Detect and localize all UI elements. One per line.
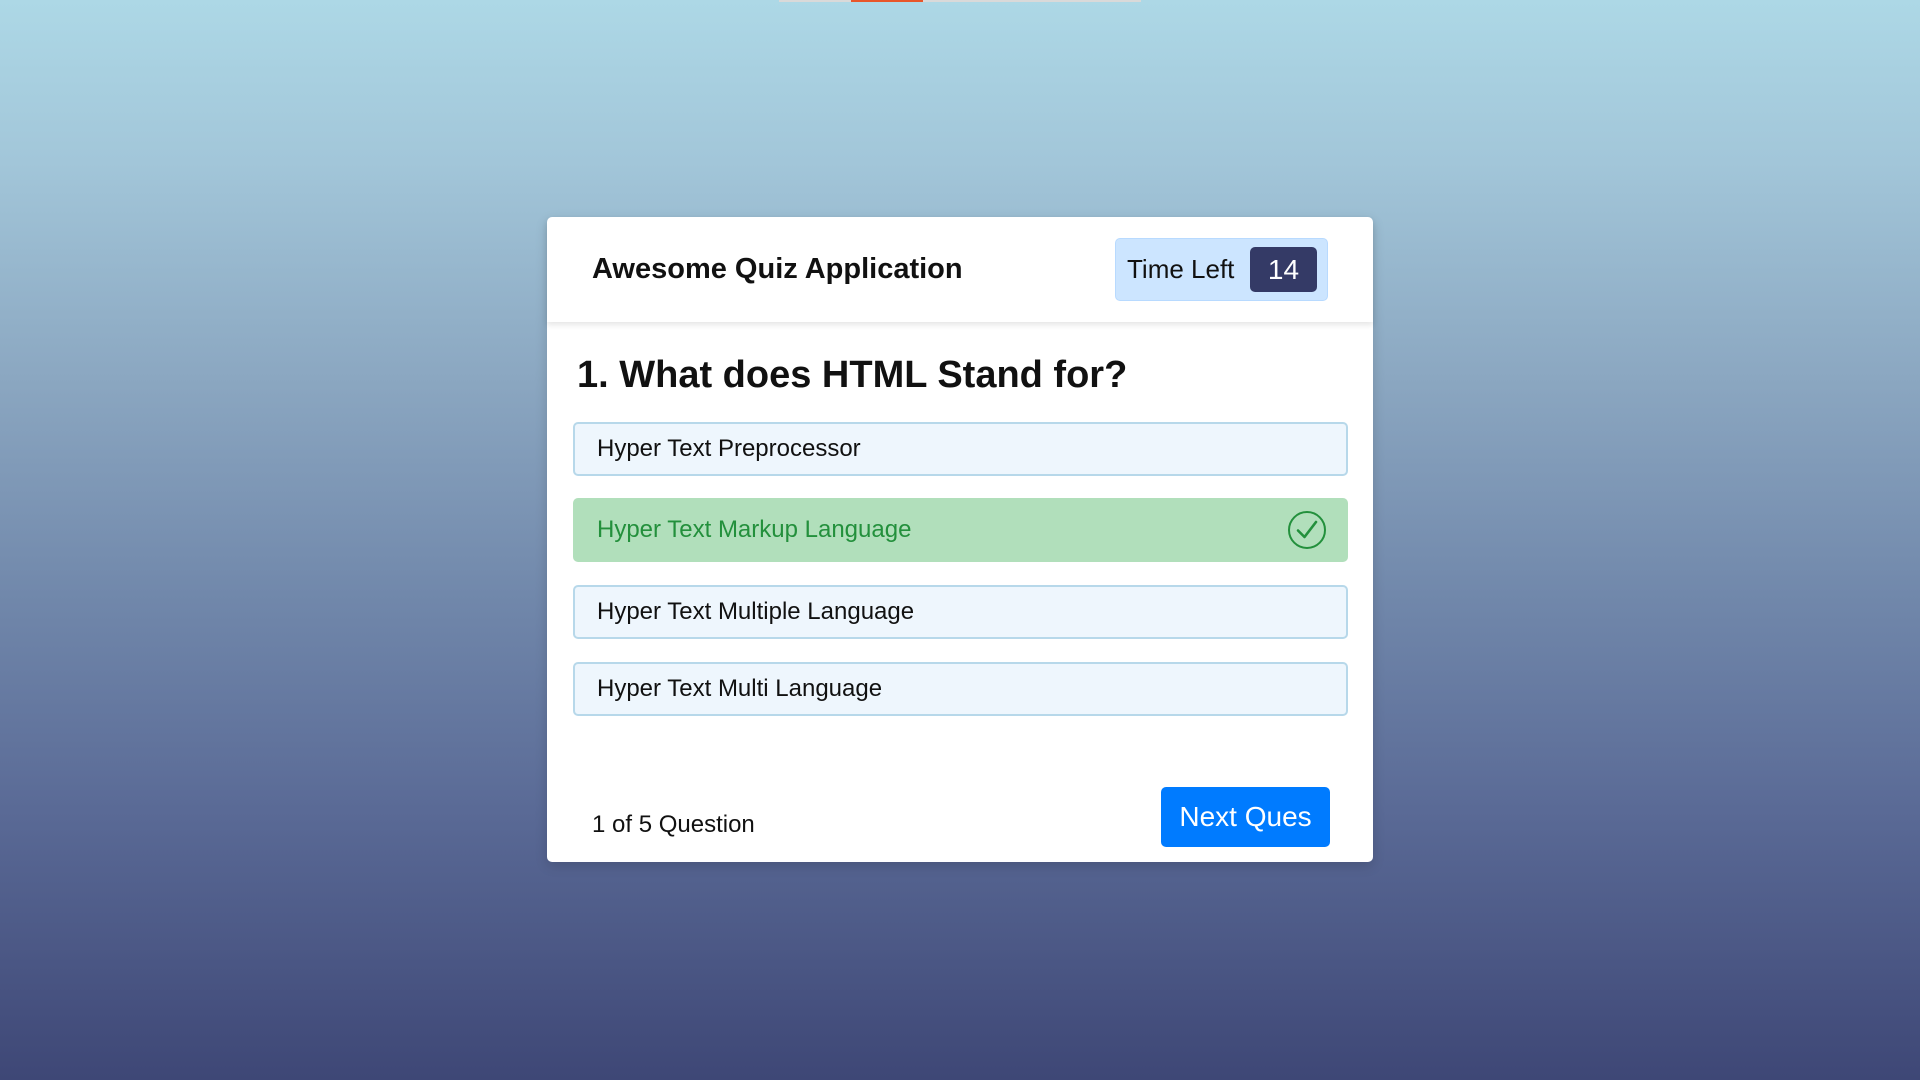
option-label: Hyper Text Markup Language [597,516,912,543]
next-question-button[interactable]: Next Ques [1161,786,1330,847]
quiz-title: Awesome Quiz Application [592,253,963,285]
question-section: 1. What does HTML Stand for? Hyper Text … [547,352,1373,716]
time-progress-line [779,0,1141,2]
option-2-correct[interactable]: Hyper Text Markup Language [573,498,1348,562]
option-label: Hyper Text Multiple Language [597,598,915,625]
timer-label: Time Left [1127,254,1235,284]
quiz-box: Awesome Quiz Application Time Left 14 1.… [547,217,1373,862]
check-circle-icon [1288,511,1326,549]
option-1[interactable]: Hyper Text Preprocessor [573,422,1348,476]
question-text: 1. What does HTML Stand for? [577,354,1128,396]
quiz-header: Awesome Quiz Application Time Left 14 [547,217,1373,322]
option-3[interactable]: Hyper Text Multiple Language [573,585,1348,639]
time-progress-fill [851,0,923,2]
question-counter: 1 of 5 Question [592,810,755,838]
option-label: Hyper Text Multi Language [597,675,883,702]
option-list: Hyper Text Preprocessor Hyper Text Marku… [573,422,1348,716]
option-label: Hyper Text Preprocessor [597,435,861,462]
option-4[interactable]: Hyper Text Multi Language [573,662,1348,716]
timer-seconds: 14 [1250,247,1317,292]
timer: Time Left 14 [1115,238,1328,301]
quiz-footer: 1 of 5 Question Next Ques [547,786,1373,862]
